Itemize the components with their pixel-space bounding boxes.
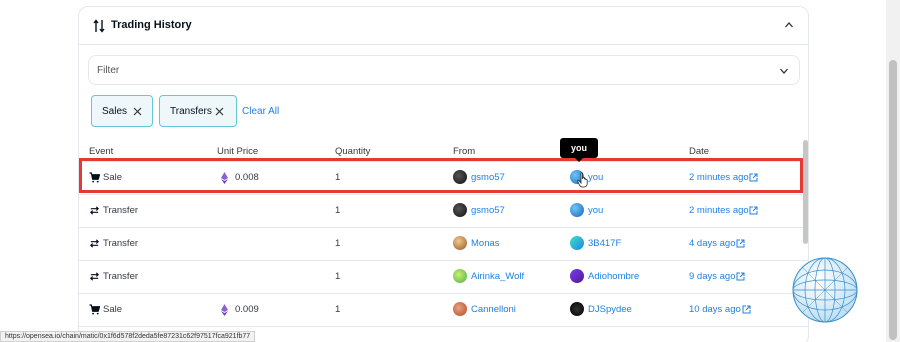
from-user-link[interactable]: Airinka_Wolf xyxy=(471,271,524,282)
eth-icon xyxy=(221,304,228,316)
avatar[interactable] xyxy=(453,269,467,283)
transfer-arrows-icon xyxy=(89,239,100,248)
chip-label: Transfers xyxy=(170,106,212,117)
filter-chip-sales: Sales xyxy=(91,95,153,127)
external-link-icon[interactable] xyxy=(749,173,758,182)
tooltip: you xyxy=(560,138,598,162)
to-user-link[interactable]: 3B417F xyxy=(588,238,621,249)
browser-status-bar: https://opensea.io/chain/matic/0x1f6d578… xyxy=(0,331,256,342)
table-row: Sale 0.008 1 gsmo57 you 2 minutes ago xyxy=(79,162,808,195)
avatar[interactable] xyxy=(570,236,584,250)
table-header: Event Unit Price Quantity From To Date xyxy=(79,140,808,162)
event-label: Transfer xyxy=(103,205,139,216)
avatar[interactable] xyxy=(453,302,467,316)
tooltip-text: you xyxy=(570,143,587,153)
avatar[interactable] xyxy=(570,203,584,217)
external-link-icon[interactable] xyxy=(736,272,745,281)
chip-label: Sales xyxy=(102,106,128,117)
date-link[interactable]: 2 minutes ago xyxy=(689,205,749,216)
avatar[interactable] xyxy=(570,302,584,316)
avatar[interactable] xyxy=(453,236,467,250)
hand-cursor-icon xyxy=(577,172,588,188)
filter-chip-transfers: Transfers xyxy=(159,95,237,127)
external-link-icon[interactable] xyxy=(742,305,751,314)
date-link[interactable]: 9 days ago xyxy=(689,271,735,282)
avatar[interactable] xyxy=(453,203,467,217)
table-row: Sale 0.009 1 Cannelloni DJSpydee 10 days… xyxy=(79,294,808,327)
date-link[interactable]: 4 days ago xyxy=(689,238,735,249)
page-scrollbar-thumb[interactable] xyxy=(889,60,897,340)
external-link-icon[interactable] xyxy=(749,206,758,215)
quantity: 1 xyxy=(335,205,341,216)
status-url: https://opensea.io/chain/matic/0x1f6d578… xyxy=(5,333,251,340)
unit-price: 0.009 xyxy=(235,304,259,315)
column-header-from: From xyxy=(453,146,476,157)
from-user-link[interactable]: Monas xyxy=(471,238,500,249)
table-scrollbar-thumb[interactable] xyxy=(803,140,808,244)
unit-price: 0.008 xyxy=(235,172,259,183)
quantity: 1 xyxy=(335,172,341,183)
to-user-link[interactable]: Adiohombre xyxy=(588,271,639,282)
eth-icon xyxy=(221,172,228,184)
filter-label: Filter xyxy=(97,65,120,76)
event-label: Transfer xyxy=(103,271,139,282)
wireframe-globe-icon xyxy=(792,257,858,323)
to-user-link[interactable]: DJSpydee xyxy=(588,304,632,315)
trading-history-panel: Trading History Filter Sales Transfers C… xyxy=(78,6,809,342)
date-link[interactable]: 10 days ago xyxy=(689,304,741,315)
panel-header[interactable]: Trading History xyxy=(79,7,808,45)
date-link[interactable]: 2 minutes ago xyxy=(689,172,749,183)
chevron-down-icon xyxy=(780,68,788,74)
transfer-arrows-icon xyxy=(89,206,100,215)
clear-all-link[interactable]: Clear All xyxy=(242,106,279,117)
cart-icon xyxy=(89,304,100,315)
filter-dropdown[interactable]: Filter xyxy=(88,55,800,85)
avatar[interactable] xyxy=(570,269,584,283)
table-row: Transfer 1 gsmo57 you 2 minutes ago xyxy=(79,195,808,228)
quantity: 1 xyxy=(335,271,341,282)
column-header-event: Event xyxy=(89,146,114,157)
arrows-up-down-icon xyxy=(93,19,105,33)
event-label: Sale xyxy=(103,304,123,315)
event-label: Sale xyxy=(103,172,123,183)
from-user-link[interactable]: Cannelloni xyxy=(471,304,516,315)
to-user-link[interactable]: you xyxy=(588,205,603,216)
avatar[interactable] xyxy=(453,170,467,184)
close-icon[interactable] xyxy=(133,107,142,116)
transfer-arrows-icon xyxy=(89,272,100,281)
from-user-link[interactable]: gsmo57 xyxy=(471,172,505,183)
to-user-link[interactable]: you xyxy=(588,172,603,183)
quantity: 1 xyxy=(335,304,341,315)
event-label: Transfer xyxy=(103,238,139,249)
quantity: 1 xyxy=(335,238,341,249)
close-icon[interactable] xyxy=(215,107,224,116)
column-header-unit-price: Unit Price xyxy=(217,146,259,157)
table-row: Transfer 1 Airinka_Wolf Adiohombre 9 day… xyxy=(79,261,808,294)
column-header-date: Date xyxy=(689,146,710,157)
tooltip-arrow xyxy=(575,158,583,162)
panel-title: Trading History xyxy=(111,19,192,31)
cart-icon xyxy=(89,172,100,183)
chevron-up-icon[interactable] xyxy=(784,20,794,30)
external-link-icon[interactable] xyxy=(736,239,745,248)
table-row: Transfer 1 Monas 3B417F 4 days ago xyxy=(79,228,808,261)
from-user-link[interactable]: gsmo57 xyxy=(471,205,505,216)
column-header-quantity: Quantity xyxy=(335,146,371,157)
